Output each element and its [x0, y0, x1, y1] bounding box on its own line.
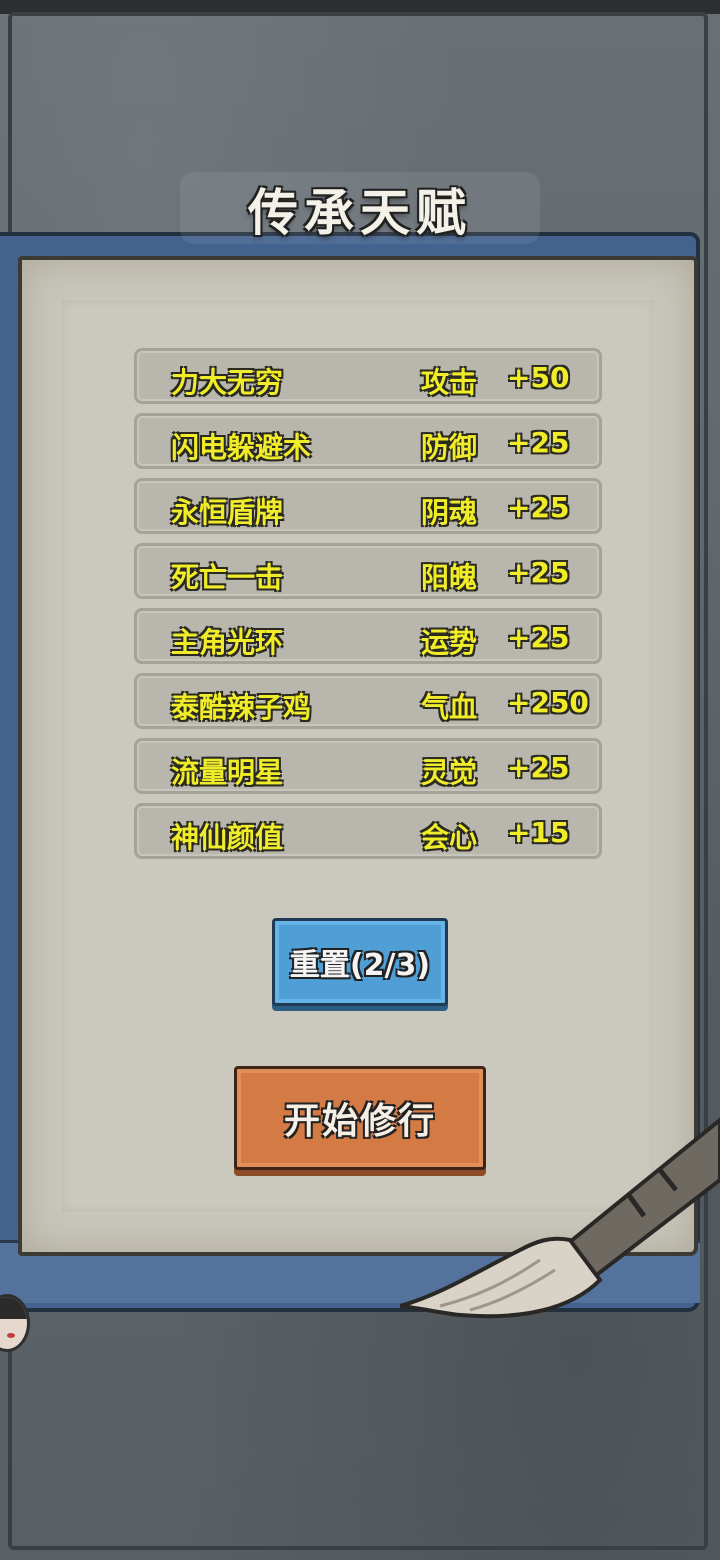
talent-row: 主角光环 运势 +25: [134, 608, 602, 664]
talent-stat: 运势: [421, 626, 478, 659]
talent-stat: 灵觉: [421, 756, 478, 789]
talent-name: 主角光环: [171, 626, 284, 659]
talent-name: 泰酷辣子鸡: [171, 691, 312, 724]
reset-button[interactable]: 重置(2/3): [272, 918, 448, 1006]
talent-bonus: +50: [507, 361, 570, 394]
talent-bonus: +25: [507, 491, 570, 524]
talent-name: 死亡一击: [171, 561, 284, 594]
talent-name: 闪电躲避术: [171, 431, 312, 464]
talent-bonus: +250: [507, 686, 589, 719]
talent-stat: 攻击: [421, 366, 478, 399]
talent-list: 力大无穷 攻击 +50 闪电躲避术 防御 +25 永恒盾牌 阴魂 +25 死亡一…: [134, 348, 602, 868]
talent-row: 永恒盾牌 阴魂 +25: [134, 478, 602, 534]
talent-row: 神仙颜值 会心 +15: [134, 803, 602, 859]
talent-name: 神仙颜值: [171, 821, 284, 854]
talent-row: 流量明星 灵觉 +25: [134, 738, 602, 794]
talent-stat: 防御: [421, 431, 478, 464]
talent-name: 永恒盾牌: [171, 496, 284, 529]
talent-name: 力大无穷: [171, 366, 284, 399]
talent-bonus: +25: [507, 556, 570, 589]
talent-row: 闪电躲避术 防御 +25: [134, 413, 602, 469]
avatar-hair: [0, 1297, 27, 1319]
talent-name: 流量明星: [171, 756, 284, 789]
avatar-mouth: [7, 1333, 15, 1338]
talent-row: 死亡一击 阳魄 +25: [134, 543, 602, 599]
talent-bonus: +25: [507, 621, 570, 654]
talent-bonus: +15: [507, 816, 570, 849]
start-cultivation-button[interactable]: 开始修行: [234, 1066, 486, 1170]
talent-row: 力大无穷 攻击 +50: [134, 348, 602, 404]
talent-bonus: +25: [507, 426, 570, 459]
title-banner: 传承天赋: [180, 170, 540, 248]
talent-stat: 阳魄: [421, 561, 478, 594]
page-title: 传承天赋: [248, 183, 472, 242]
talent-stat: 会心: [421, 821, 478, 854]
talent-bonus: +25: [507, 751, 570, 784]
talent-row: 泰酷辣子鸡 气血 +250: [134, 673, 602, 729]
talent-stat: 阴魂: [421, 496, 478, 529]
talent-stat: 气血: [421, 691, 478, 724]
